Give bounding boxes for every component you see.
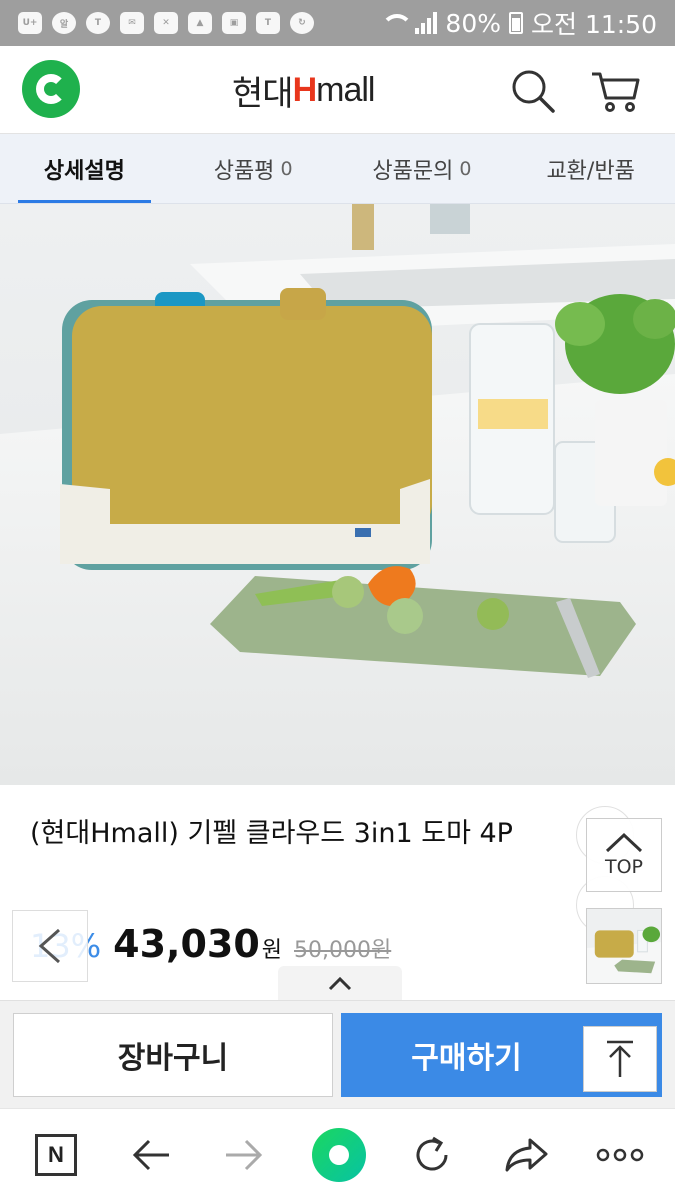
tab-questions[interactable]: 상품문의 0 [338,134,507,203]
purchase-bar: 장바구니 구매하기 [0,1000,675,1108]
brand-suffix: mall [316,70,375,109]
signal-icon [415,12,438,34]
wifi-icon [381,12,414,34]
search-icon[interactable] [510,68,556,114]
product-thumbnail[interactable] [586,908,662,984]
add-to-cart-button[interactable]: 장바구니 [13,1013,333,1097]
tab-label: 상품문의 [372,158,454,184]
product-title: (현대Hmall) 기펠 클라우드 3in1 도마 4P [30,818,513,849]
tab-count: 0 [459,157,472,180]
battery-icon [509,12,523,34]
missed-call-icon: ✕ [154,12,178,34]
notification-icons: U+ 알 T ✉ ✕ ▲ ▣ T ↻ [18,12,314,34]
chevron-up-icon [605,832,643,853]
naver-n-icon: N [35,1134,77,1176]
more-dots-icon [596,1148,644,1162]
tab-label: 상세설명 [43,158,125,184]
arrow-left-icon [132,1139,169,1171]
app-header: 현대 H mall [0,46,675,134]
refresh-icon [416,1136,448,1171]
screenshot-icon: ▣ [222,12,246,34]
browser-toolbar: N [0,1108,675,1200]
share-button[interactable] [500,1129,552,1181]
sync-icon: ↻ [290,12,314,34]
alarm-icon: 알 [52,12,76,34]
uplus-icon: U+ [18,12,42,34]
arrow-up-icon [607,1040,633,1077]
browser-back-button[interactable] [125,1129,177,1181]
back-button[interactable] [12,910,88,982]
green-dot-button[interactable] [311,1127,367,1183]
green-dot-icon [312,1128,366,1182]
browser-forward-button[interactable] [218,1129,270,1181]
top-label: TOP [604,856,644,878]
clock: 오전 11:50 [531,10,657,39]
status-bar: U+ 알 T ✉ ✕ ▲ ▣ T ↻ 80% 오전 11:50 [0,0,675,46]
sale-price: 43,030원 [113,922,282,966]
chevron-up-icon [328,976,352,991]
scroll-top-button[interactable]: TOP [586,818,662,892]
tab-label: 교환/반품 [546,158,635,184]
tab-count: 0 [280,157,293,180]
status-right: 80% 오전 11:50 [381,5,657,41]
brand-h: H [292,70,318,109]
cart-icon[interactable] [590,68,642,114]
expand-handle[interactable] [278,966,402,1002]
g-logo-icon[interactable] [22,60,80,118]
tab-description[interactable]: 상세설명 [0,134,169,203]
share-arrow-icon [505,1138,548,1172]
chevron-left-icon [38,928,60,964]
refresh-button[interactable] [406,1129,458,1181]
price-unit: 원 [261,938,283,963]
detail-tabs: 상세설명 상품평 0 상품문의 0 교환/반품 [0,134,675,204]
naver-home-button[interactable]: N [30,1129,82,1181]
brand-prefix: 현대 [232,74,294,113]
brand-logo[interactable]: 현대 H mall [232,68,392,113]
talk-icon: T [86,12,110,34]
arrow-right-icon [226,1139,263,1171]
scroll-up-button[interactable] [583,1026,657,1092]
t-icon: T [256,12,280,34]
tab-label: 상품평 [213,158,275,184]
tab-reviews[interactable]: 상품평 0 [169,134,338,203]
more-menu-button[interactable] [592,1129,648,1181]
tab-exchange-return[interactable]: 교환/반품 [506,134,675,203]
mail-icon: ✉ [120,12,144,34]
app-screen: U+ 알 T ✉ ✕ ▲ ▣ T ↻ 80% 오전 11:50 현대 H mal… [0,0,675,1200]
product-image[interactable] [0,204,675,785]
sale-price-value: 43,030 [113,922,260,966]
original-price: 50,000원 [294,938,392,963]
battery-percent: 80% [445,8,501,38]
gallery-icon: ▲ [188,12,212,34]
